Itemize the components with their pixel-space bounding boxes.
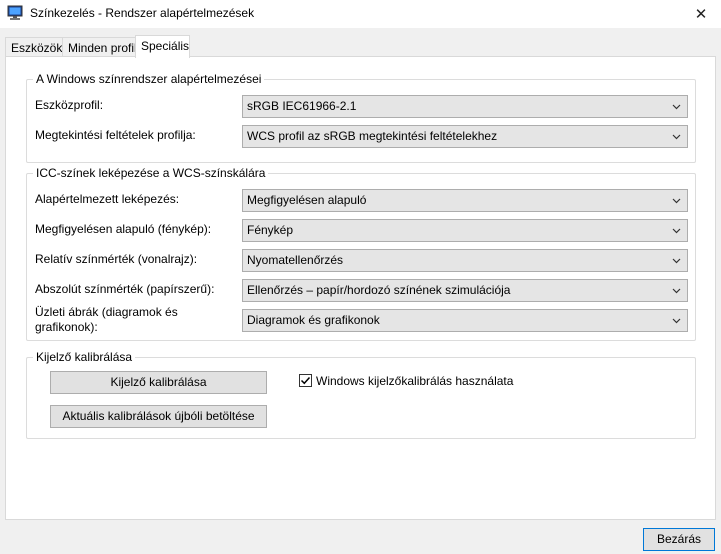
display-calibration-group: Kijelző kalibrálása Kijelző kalibrálása … bbox=[26, 350, 696, 439]
button-label: Aktuális kalibrálások újbóli betöltése bbox=[62, 409, 255, 423]
perceptual-dropdown[interactable]: Fénykép bbox=[242, 219, 688, 242]
business-graphics-label-line2: grafikonok): bbox=[35, 320, 98, 334]
absolute-colorimetric-label: Abszolút színmérték (papírszerű): bbox=[35, 282, 215, 296]
close-window-button[interactable]: ✕ bbox=[681, 0, 721, 28]
tab-advanced[interactable]: Speciális bbox=[135, 35, 190, 58]
dropdown-value: Nyomatellenőrzés bbox=[247, 253, 344, 267]
tab-label: Minden profil bbox=[68, 41, 137, 55]
chevron-down-icon bbox=[672, 228, 681, 234]
dropdown-value: Fénykép bbox=[247, 223, 294, 237]
chevron-down-icon bbox=[672, 104, 681, 110]
button-label: Kijelző kalibrálása bbox=[110, 375, 207, 389]
default-mapping-label: Alapértelmezett leképezés: bbox=[35, 192, 180, 206]
close-button[interactable]: Bezárás bbox=[643, 528, 715, 551]
relative-colorimetric-label: Relatív színmérték (vonalrajz): bbox=[35, 252, 198, 266]
viewing-conditions-label: Megtekintési feltételek profilja: bbox=[35, 128, 196, 142]
calibrate-display-button[interactable]: Kijelző kalibrálása bbox=[50, 371, 267, 394]
business-graphics-dropdown[interactable]: Diagramok és grafikonok bbox=[242, 309, 688, 332]
dropdown-value: Megfigyelésen alapuló bbox=[247, 193, 367, 207]
title-bar: Színkezelés - Rendszer alapértelmezések … bbox=[0, 0, 721, 28]
button-label: Bezárás bbox=[656, 532, 702, 546]
monitor-icon bbox=[7, 5, 23, 21]
window-title: Színkezelés - Rendszer alapértelmezések bbox=[30, 6, 255, 20]
group-title: A Windows színrendszer alapértelmezései bbox=[33, 72, 265, 86]
dropdown-value: Diagramok és grafikonok bbox=[247, 313, 380, 327]
perceptual-label: Megfigyelésen alapuló (fénykép): bbox=[35, 222, 212, 236]
business-graphics-label-line1: Üzleti ábrák (diagramok és bbox=[35, 305, 178, 319]
icc-mapping-group: ICC-színek leképezése a WCS-színskálára … bbox=[26, 166, 696, 341]
dialog-footer: Bezárás bbox=[0, 520, 721, 554]
chevron-down-icon bbox=[672, 198, 681, 204]
chevron-down-icon bbox=[672, 318, 681, 324]
dropdown-value: Ellenőrzés – papír/hordozó színének szim… bbox=[247, 283, 511, 297]
relative-colorimetric-dropdown[interactable]: Nyomatellenőrzés bbox=[242, 249, 688, 272]
chevron-down-icon bbox=[672, 258, 681, 264]
checkmark-icon bbox=[300, 376, 311, 385]
group-title: ICC-színek leképezése a WCS-színskálára bbox=[33, 166, 269, 180]
tab-all-profiles[interactable]: Minden profil bbox=[62, 37, 137, 57]
close-icon: ✕ bbox=[694, 6, 708, 23]
windows-color-defaults-group: A Windows színrendszer alapértelmezései … bbox=[26, 72, 696, 163]
default-mapping-dropdown[interactable]: Megfigyelésen alapuló bbox=[242, 189, 688, 212]
tab-devices[interactable]: Eszközök bbox=[5, 37, 63, 57]
use-windows-calibration-checkbox[interactable] bbox=[299, 374, 312, 387]
advanced-tab-panel: A Windows színrendszer alapértelmezései … bbox=[5, 56, 716, 520]
reload-calibrations-button[interactable]: Aktuális kalibrálások újbóli betöltése bbox=[50, 405, 267, 428]
tab-label: Eszközök bbox=[11, 41, 63, 55]
chevron-down-icon bbox=[672, 288, 681, 294]
group-title: Kijelző kalibrálása bbox=[33, 350, 136, 364]
use-windows-calibration-label[interactable]: Windows kijelzőkalibrálás használata bbox=[316, 374, 513, 388]
device-profile-label: Eszközprofil: bbox=[35, 98, 104, 112]
absolute-colorimetric-dropdown[interactable]: Ellenőrzés – papír/hordozó színének szim… bbox=[242, 279, 688, 302]
viewing-conditions-dropdown[interactable]: WCS profil az sRGB megtekintési feltétel… bbox=[242, 125, 688, 148]
dropdown-value: sRGB IEC61966-2.1 bbox=[247, 99, 357, 113]
device-profile-dropdown[interactable]: sRGB IEC61966-2.1 bbox=[242, 95, 688, 118]
dropdown-value: WCS profil az sRGB megtekintési feltétel… bbox=[247, 129, 498, 143]
tab-label: Speciális bbox=[141, 39, 190, 53]
chevron-down-icon bbox=[672, 134, 681, 140]
